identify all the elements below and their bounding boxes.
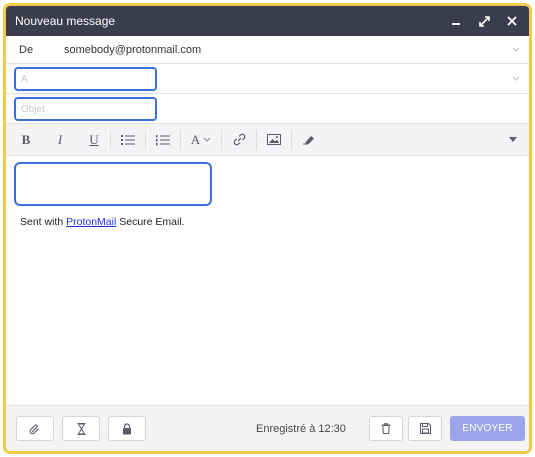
trash-icon bbox=[381, 423, 391, 434]
ordered-list-icon[interactable] bbox=[150, 129, 176, 151]
signature-suffix: Secure Email. bbox=[116, 216, 185, 228]
toolbar-divider bbox=[110, 129, 111, 150]
toolbar-divider bbox=[145, 129, 146, 150]
composer-footer: Enregistré à 12:30 ENVOYER bbox=[6, 405, 529, 451]
save-icon bbox=[419, 423, 431, 434]
minimize-icon[interactable] bbox=[449, 14, 463, 28]
signature-link[interactable]: ProtonMail bbox=[66, 216, 116, 228]
chevron-down-icon[interactable] bbox=[511, 46, 521, 54]
body-editor[interactable] bbox=[14, 162, 212, 206]
bold-button[interactable]: B bbox=[14, 129, 38, 151]
to-input[interactable] bbox=[14, 67, 157, 91]
saved-status: Enregistré à 12:30 bbox=[256, 423, 346, 435]
subject-input[interactable] bbox=[14, 97, 157, 121]
to-row bbox=[6, 64, 529, 94]
signature-prefix: Sent with bbox=[20, 216, 67, 228]
link-icon[interactable] bbox=[226, 129, 252, 151]
expand-icon[interactable] bbox=[477, 14, 491, 28]
font-size-button[interactable]: A bbox=[185, 129, 217, 151]
from-row: De somebody@protonmail.com bbox=[6, 36, 529, 64]
encryption-button[interactable] bbox=[108, 416, 146, 441]
from-label: De bbox=[19, 43, 34, 56]
toolbar-divider bbox=[256, 129, 257, 150]
delete-draft-button[interactable] bbox=[369, 416, 403, 441]
from-address[interactable]: somebody@protonmail.com bbox=[64, 44, 201, 56]
lock-icon bbox=[123, 422, 131, 434]
toolbar-divider bbox=[291, 129, 292, 150]
composer-window: Nouveau message De somebody@protonmail.c… bbox=[3, 3, 532, 454]
hourglass-icon bbox=[77, 422, 85, 435]
close-icon[interactable] bbox=[505, 14, 519, 28]
message-body[interactable]: Sent with ProtonMail Secure Email. bbox=[6, 156, 529, 405]
window-title: Nouveau message bbox=[15, 14, 116, 28]
window-actions bbox=[449, 14, 519, 28]
toolbar-divider bbox=[180, 129, 181, 150]
attach-button[interactable] bbox=[16, 416, 54, 441]
send-button[interactable]: ENVOYER bbox=[450, 416, 525, 441]
toolbar-divider bbox=[221, 129, 222, 150]
italic-button[interactable]: I bbox=[48, 129, 72, 151]
signature: Sent with ProtonMail Secure Email. bbox=[20, 216, 185, 228]
formatting-toolbar: B I U A bbox=[6, 124, 529, 156]
subject-row bbox=[6, 94, 529, 124]
underline-button[interactable]: U bbox=[82, 129, 106, 151]
expiration-button[interactable] bbox=[62, 416, 100, 441]
paperclip-icon bbox=[29, 423, 39, 434]
eraser-icon[interactable] bbox=[296, 129, 322, 151]
chevron-down-icon bbox=[203, 137, 211, 142]
unordered-list-icon[interactable] bbox=[115, 129, 141, 151]
image-icon[interactable] bbox=[261, 129, 287, 151]
save-draft-button[interactable] bbox=[408, 416, 442, 441]
font-size-label: A bbox=[190, 131, 201, 147]
chevron-down-icon[interactable] bbox=[511, 75, 521, 83]
titlebar: Nouveau message bbox=[6, 6, 529, 36]
more-options-button[interactable] bbox=[507, 129, 519, 151]
